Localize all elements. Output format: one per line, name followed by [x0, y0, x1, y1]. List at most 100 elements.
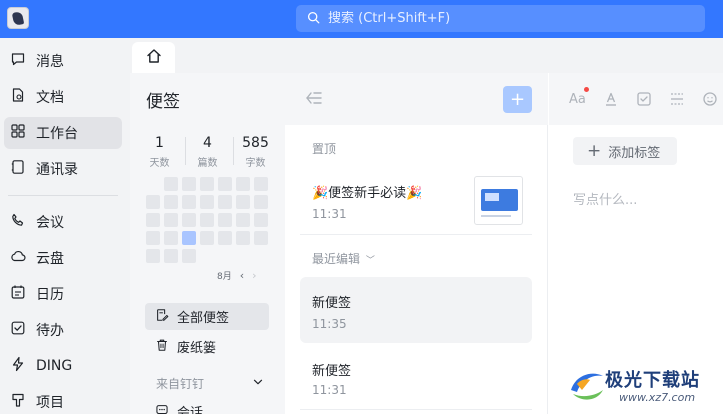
notification-dot [583, 87, 589, 92]
calendar-day-cell[interactable] [254, 231, 268, 245]
nav-item-messages[interactable]: 消息 [4, 45, 122, 77]
chevron-down-icon: ﹀ [365, 256, 375, 266]
note-item[interactable]: 新便签 11:31 [300, 347, 532, 407]
calendar-day-cell[interactable] [218, 213, 232, 227]
user-avatar[interactable] [7, 7, 29, 29]
calendar-day-cell[interactable] [182, 177, 196, 191]
note-item[interactable]: 新便签 11:35 [300, 277, 532, 343]
calendar-day-cell[interactable] [236, 195, 250, 209]
nav-item-calendar[interactable]: 日历 [4, 278, 122, 310]
nav-item-todo[interactable]: 待办 [4, 314, 122, 346]
nav-item-cloud[interactable]: 云盘 [4, 242, 122, 274]
nav-item-label: 云盘 [36, 251, 64, 267]
nav-item-meeting[interactable]: 会议 [4, 206, 122, 238]
note-thumbnail [474, 176, 523, 225]
calendar-day-cell[interactable] [182, 249, 196, 263]
add-tag-button[interactable]: + 添加标签 [573, 137, 677, 165]
calendar-day-cell[interactable] [164, 249, 178, 263]
trash-item[interactable]: 废纸篓 [145, 333, 269, 360]
calendar-day-cell[interactable] [182, 213, 196, 227]
phone-icon [10, 212, 36, 232]
nav-item-label: 文档 [36, 90, 64, 106]
nav-item-ding[interactable]: DING [4, 350, 122, 382]
calendar-day-cell[interactable] [146, 249, 160, 263]
calendar-day-cell[interactable] [218, 231, 232, 245]
activity-calendar [146, 177, 271, 267]
chevron-left-icon[interactable]: ‹ [240, 269, 244, 282]
nav-divider [8, 195, 118, 196]
notes-list: + 置顶 🎉便签新手必读🎉 11:31 最近编辑 ﹀ 新便签 11:35 新便签… [285, 73, 548, 414]
note-time: 11:31 [312, 207, 347, 221]
search-icon [307, 9, 320, 28]
calendar-day-cell[interactable] [146, 195, 160, 209]
divider-line-icon[interactable] [669, 90, 685, 108]
tab-home[interactable] [132, 42, 175, 73]
stat-label: 字数 [245, 158, 266, 169]
side-item-label: 全部便签 [177, 311, 230, 326]
site-watermark: 极光下载站 www.xz7.com [559, 362, 723, 414]
calendar-day-cell[interactable] [218, 195, 232, 209]
notes-sidebar: 便签 1 天数 4 篇数 585 字数 8月 ‹ › 全部便签 废纸篓 来自钉钉… [130, 73, 285, 414]
calendar-day-cell[interactable] [236, 231, 250, 245]
calendar-day-cell[interactable] [200, 213, 214, 227]
trash-icon [155, 338, 177, 356]
nav-item-label: 项目 [36, 395, 64, 411]
nav-item-docs[interactable]: 文档 [4, 81, 122, 113]
stat-label: 天数 [149, 158, 170, 169]
calendar-day-cell[interactable] [164, 213, 178, 227]
calendar-day-cell[interactable] [236, 177, 250, 191]
note-title: 新便签 [312, 364, 352, 379]
calendar-day-cell[interactable] [182, 195, 196, 209]
add-note-button[interactable]: + [503, 86, 532, 113]
calendar-day-cell[interactable] [164, 177, 178, 191]
watermark-url: www.xz7.com [619, 391, 696, 404]
notes-title: 便签 [146, 92, 180, 112]
top-bar [0, 0, 723, 38]
calendar-day-cell[interactable] [182, 231, 196, 245]
calendar-day-cell[interactable] [254, 195, 268, 209]
chevron-right-icon[interactable]: › [252, 269, 256, 282]
nav-item-contacts[interactable]: 通讯录 [4, 153, 122, 185]
calendar-day-cell[interactable] [200, 231, 214, 245]
calendar-day-cell[interactable] [164, 231, 178, 245]
calendar-day-cell[interactable] [254, 213, 268, 227]
month-nav: 8月 ‹ › [217, 269, 257, 282]
note-item-pinned[interactable]: 🎉便签新手必读🎉 11:31 [300, 173, 532, 231]
calendar-day-cell[interactable] [146, 231, 160, 245]
nav-item-label: 待办 [36, 323, 64, 339]
list-divider [300, 409, 532, 410]
search-input[interactable] [328, 11, 628, 26]
document-icon [10, 87, 36, 107]
cloud-icon [10, 248, 36, 268]
todo-check-icon [10, 320, 36, 340]
group-label: 来自钉钉 [156, 377, 205, 391]
recent-label-text: 最近编辑 [312, 252, 361, 266]
note-time: 11:35 [312, 317, 347, 331]
calendar-day-cell[interactable] [218, 177, 232, 191]
nav-item-workbench[interactable]: 工作台 [4, 117, 122, 149]
calendar-day-cell[interactable] [164, 195, 178, 209]
calendar-day-cell[interactable] [146, 213, 160, 227]
recent-section-label[interactable]: 最近编辑 ﹀ [312, 250, 375, 267]
editor-placeholder[interactable]: 写点什么... [573, 189, 637, 208]
stat-days: 1 天数 [136, 135, 183, 169]
stat-posts: 4 篇数 [184, 135, 231, 169]
calendar-day-cell[interactable] [236, 213, 250, 227]
search-box[interactable] [296, 5, 705, 32]
session-item[interactable]: 会话 [145, 398, 269, 414]
calendar-day-cell[interactable] [200, 177, 214, 191]
checkbox-icon[interactable] [636, 90, 652, 108]
font-size-icon[interactable]: Aa [569, 87, 589, 108]
nav-item-project[interactable]: 项目 [4, 386, 122, 414]
month-label: 8月 [217, 272, 232, 282]
text-color-icon[interactable] [603, 90, 619, 108]
list-divider [300, 234, 532, 235]
chevron-down-icon[interactable] [251, 374, 265, 393]
collapse-left-icon[interactable] [305, 90, 323, 110]
calendar-day-cell[interactable] [254, 177, 268, 191]
calendar-day-cell[interactable] [200, 195, 214, 209]
stat-value: 585 [242, 135, 269, 151]
emoji-icon[interactable] [702, 90, 718, 108]
all-notes-item[interactable]: 全部便签 [145, 303, 269, 330]
note-title: 新便签 [312, 296, 352, 311]
